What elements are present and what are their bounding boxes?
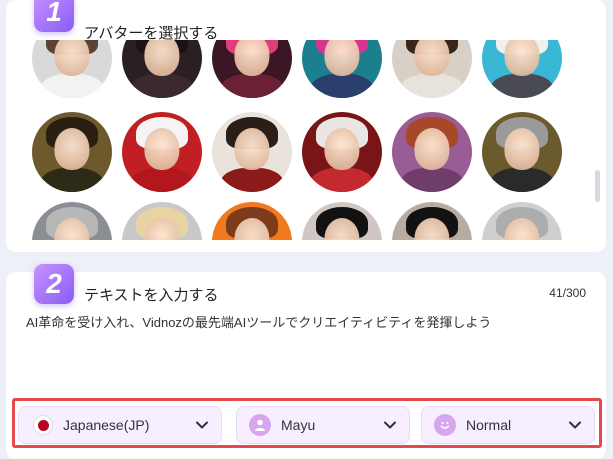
style-select-value: Normal xyxy=(466,417,512,433)
chevron-down-icon xyxy=(384,421,396,429)
avatar-mona-lisa[interactable] xyxy=(32,112,112,192)
char-counter: 41/300 xyxy=(549,286,586,300)
avatar-body xyxy=(130,168,194,192)
avatar-face xyxy=(414,128,450,170)
language-select[interactable]: Japanese(JP) xyxy=(18,406,222,444)
avatar-body xyxy=(310,74,374,98)
chevron-down-icon xyxy=(569,421,581,429)
avatar-face xyxy=(54,128,90,170)
voice-select[interactable]: Mayu xyxy=(236,406,410,444)
avatar-man-red-jacket[interactable] xyxy=(212,112,292,192)
avatar-body xyxy=(490,74,554,98)
avatar-body xyxy=(220,74,284,98)
japan-flag-icon xyxy=(33,415,53,435)
avatar-face xyxy=(54,40,90,76)
chevron-down-icon xyxy=(196,421,208,429)
avatar-santa[interactable] xyxy=(122,112,202,192)
avatar-body xyxy=(130,74,194,98)
step-1-badge: 1 xyxy=(34,0,74,32)
avatar-auburn-woman[interactable] xyxy=(212,202,292,240)
avatar-blonde-woman[interactable] xyxy=(122,202,202,240)
avatar-face xyxy=(144,128,180,170)
text-section-title: テキストを入力する xyxy=(84,287,219,304)
avatar-dark-skin-woman[interactable] xyxy=(302,202,382,240)
avatar-man-white-shirt[interactable] xyxy=(32,40,112,98)
smile-icon xyxy=(434,414,456,436)
avatar-dark-hair-woman[interactable] xyxy=(122,40,202,98)
avatar-einstein[interactable] xyxy=(482,40,562,98)
style-select[interactable]: Normal xyxy=(421,406,595,444)
avatar-face xyxy=(324,40,360,76)
avatar-face xyxy=(234,128,270,170)
avatar-body xyxy=(400,168,464,192)
avatar-section: 1 アバターを選択する xyxy=(6,0,606,252)
avatar-face xyxy=(504,128,540,170)
avatar-body xyxy=(40,74,104,98)
avatar-grid xyxy=(32,40,572,240)
avatar-scrollbar[interactable] xyxy=(595,170,600,202)
avatar-face xyxy=(324,128,360,170)
avatar-teal-pink-hair[interactable] xyxy=(302,40,382,98)
avatar-brunette-woman[interactable] xyxy=(392,40,472,98)
avatar-man-suit[interactable] xyxy=(32,202,112,240)
language-select-value: Japanese(JP) xyxy=(63,417,150,433)
avatar-body xyxy=(40,168,104,192)
avatar-body xyxy=(220,168,284,192)
script-textarea[interactable]: AI革命を受け入れ、Vidnozの最先端AIツールでクリエイティビティを発揮しよ… xyxy=(26,312,586,331)
step-2-badge: 2 xyxy=(34,264,74,304)
avatar-body xyxy=(490,168,554,192)
avatar-face xyxy=(234,40,270,76)
avatar-face xyxy=(414,40,450,76)
avatar-body xyxy=(310,168,374,192)
avatar-gray-man[interactable] xyxy=(482,202,562,240)
avatar-grandma-santa-hat[interactable] xyxy=(302,112,382,192)
avatar-pink-hair-anime[interactable] xyxy=(212,40,292,98)
avatar-face xyxy=(504,40,540,76)
avatar-redhead-woman[interactable] xyxy=(392,112,472,192)
avatar-curly-man[interactable] xyxy=(392,202,472,240)
avatar-body xyxy=(400,74,464,98)
voice-select-value: Mayu xyxy=(281,417,316,433)
avatar-face xyxy=(144,40,180,76)
person-icon xyxy=(249,414,271,436)
avatar-older-man[interactable] xyxy=(482,112,562,192)
